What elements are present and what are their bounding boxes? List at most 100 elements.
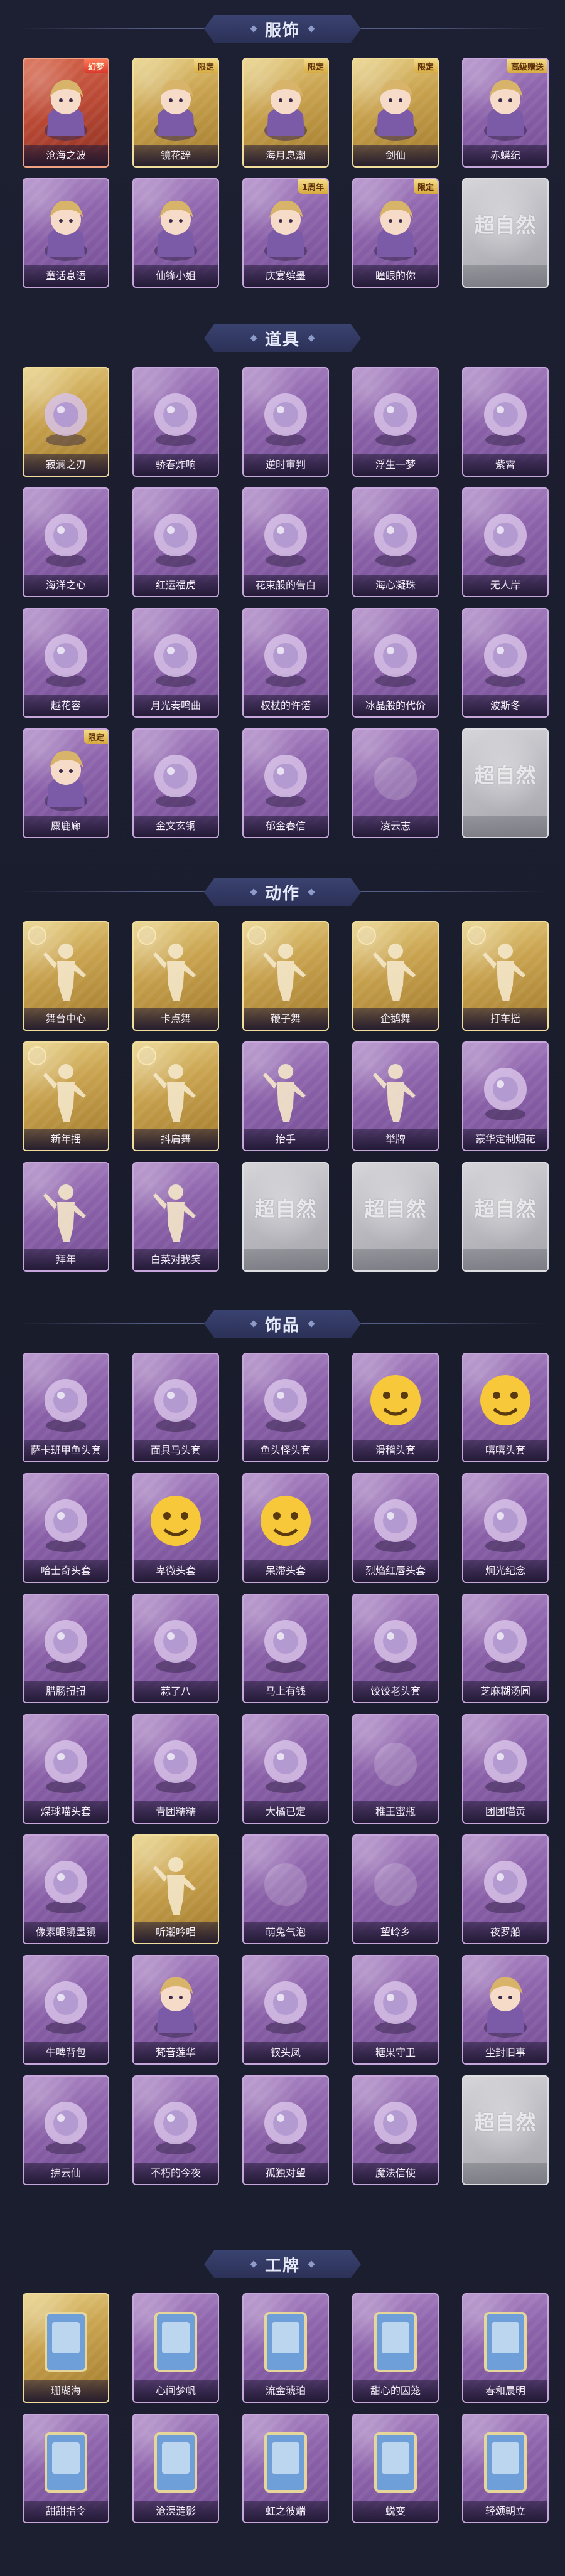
collection-item-card[interactable]: 芝麻糊汤圆 [462,1594,549,1703]
collection-item-card[interactable]: 白菜对我笑 [132,1162,219,1272]
character-icon [144,191,207,261]
collection-item-card[interactable]: 新年摇 [23,1041,109,1151]
collection-item-card[interactable]: 烈焰红唇头套 [352,1473,439,1583]
collection-item-card[interactable]: 轻颂朝立 [462,2414,549,2523]
collection-item-card[interactable]: 春和晨明 [462,2293,549,2403]
collection-item-card[interactable]: 限定 海月息潮 [242,58,329,168]
collection-item-card[interactable]: 滑稽头套 [352,1353,439,1462]
collection-item-card[interactable]: 骄春炸响 [132,367,219,477]
collection-item-card[interactable]: 仙锋小姐 [132,178,219,288]
collection-item-card[interactable]: 拜年 [23,1162,109,1272]
collection-item-card[interactable]: 紫霄 [462,367,549,477]
collection-item-card[interactable]: 海心凝珠 [352,487,439,597]
collection-item-card[interactable]: 拂云仙 [23,2075,109,2185]
collection-item-card[interactable]: 梵音莲华 [132,1955,219,2065]
collection-item-card[interactable]: 超自然 [242,1162,329,1272]
collection-item-card[interactable]: 饺饺老头套 [352,1594,439,1703]
collection-item-card[interactable]: 马上有钱 [242,1594,329,1703]
collection-item-card[interactable]: 童话息语 [23,178,109,288]
collection-item-card[interactable]: 团团喵黄 [462,1714,549,1824]
collection-item-card[interactable]: 像素眼镜墨镜 [23,1834,109,1944]
collection-item-card[interactable]: 限定 镜花辞 [132,58,219,168]
collection-item-card[interactable]: 望岭乡 [352,1834,439,1944]
section-header: 服饰 [0,14,565,44]
collection-item-card[interactable]: 月光奏鸣曲 [132,608,219,718]
collection-item-card[interactable]: 超自然 [462,178,549,288]
collection-item-card[interactable]: 超自然 [462,1162,549,1272]
collection-item-card[interactable]: 沧溟涟影 [132,2414,219,2523]
collection-item-card[interactable]: 打车摇 [462,921,549,1031]
collection-item-card[interactable]: 萌兔气泡 [242,1834,329,1944]
item-name: 像素眼镜墨镜 [24,1922,108,1943]
collection-item-card[interactable]: 幻梦 沧海之波 [23,58,109,168]
collection-item-card[interactable]: 郁金春信 [242,728,329,838]
collection-item-card[interactable]: 大橘已定 [242,1714,329,1824]
collection-item-card[interactable]: 逆时审判 [242,367,329,477]
collection-item-card[interactable]: 海洋之心 [23,487,109,597]
collection-item-card[interactable]: 豪华定制烟花 [462,1041,549,1151]
collection-item-card[interactable]: 听潮吟唱 [132,1834,219,1944]
collection-item-card[interactable]: 甜甜指令 [23,2414,109,2523]
collection-item-card[interactable]: 心间梦帆 [132,2293,219,2403]
collection-item-card[interactable]: 卡点舞 [132,921,219,1031]
collection-item-card[interactable]: 甜心的囚笼 [352,2293,439,2403]
item-name: 腊肠扭扭 [24,1681,108,1702]
collection-item-card[interactable]: 波斯冬 [462,608,549,718]
placeholder-watermark: 超自然 [474,2110,537,2134]
collection-item-card[interactable]: 煤球喵头套 [23,1714,109,1824]
collection-item-card[interactable]: 尘封旧事 [462,1955,549,2065]
collection-item-card[interactable]: 腊肠扭扭 [23,1594,109,1703]
collection-item-card[interactable]: 抖肩舞 [132,1041,219,1151]
diamond-icon [308,25,315,32]
collection-item-card[interactable]: 嘻嘻头套 [462,1353,549,1462]
collection-item-card[interactable]: 金文玄铜 [132,728,219,838]
collection-item-card[interactable]: 鞭子舞 [242,921,329,1031]
collection-item-card[interactable]: 蜕变 [352,2414,439,2523]
collection-item-card[interactable]: 钗头凤 [242,1955,329,2065]
collection-item-card[interactable]: 企鹅舞 [352,921,439,1031]
collection-item-card[interactable]: 流金琥珀 [242,2293,329,2403]
collection-item-card[interactable]: 寂澜之刃 [23,367,109,477]
collection-item-card[interactable]: 超自然 [462,2075,549,2185]
collection-item-card[interactable]: 糖果守卫 [352,1955,439,2065]
collection-item-card[interactable]: 超自然 [462,728,549,838]
collection-item-card[interactable]: 红运福虎 [132,487,219,597]
collection-item-card[interactable]: 呆滞头套 [242,1473,329,1583]
collection-item-card[interactable]: 魔法信使 [352,2075,439,2185]
collection-item-card[interactable]: 无人岸 [462,487,549,597]
section-title: 工牌 [264,2256,300,2275]
collection-item-card[interactable]: 炯光纪念 [462,1473,549,1583]
collection-item-card[interactable]: 凌云志 [352,728,439,838]
collection-item-card[interactable]: 冰晶般的代价 [352,608,439,718]
collection-item-card[interactable]: 举牌 [352,1041,439,1151]
item-badge: 限定 [413,59,438,73]
collection-item-card[interactable]: 超自然 [352,1162,439,1272]
collection-item-card[interactable]: 孤独对望 [242,2075,329,2185]
collection-item-card[interactable]: 权杖的许诺 [242,608,329,718]
collection-item-card[interactable]: 限定 麋鹿廊 [23,728,109,838]
collection-item-card[interactable]: 抬手 [242,1041,329,1151]
collection-item-card[interactable]: 限定 瞳眼的你 [352,178,439,288]
collection-item-card[interactable]: 限定 剑仙 [352,58,439,168]
collection-item-card[interactable]: 高级赠送 赤蝶纪 [462,58,549,168]
collection-item-card[interactable]: 面具马头套 [132,1353,219,1462]
collection-item-card[interactable]: 稚王蜜瓶 [352,1714,439,1824]
section-header: 工牌 [0,2249,565,2279]
collection-item-card[interactable]: 牛啤背包 [23,1955,109,2065]
collection-item-card[interactable]: 舞台中心 [23,921,109,1031]
collection-item-card[interactable]: 青团糯糯 [132,1714,219,1824]
collection-item-card[interactable]: 珊瑚海 [23,2293,109,2403]
collection-item-card[interactable]: 1周年 庆宴缤墨 [242,178,329,288]
collection-item-card[interactable]: 虹之彼端 [242,2414,329,2523]
collection-item-card[interactable]: 浮生一梦 [352,367,439,477]
collection-item-card[interactable]: 鱼头怪头套 [242,1353,329,1462]
collection-item-card[interactable]: 花束般的告白 [242,487,329,597]
collection-item-card[interactable]: 卑微头套 [132,1473,219,1583]
collection-item-card[interactable]: 哈士奇头套 [23,1473,109,1583]
collection-item-card[interactable]: 蒜了八 [132,1594,219,1703]
collection-item-card[interactable]: 越花容 [23,608,109,718]
collection-item-card[interactable]: 不朽的今夜 [132,2075,219,2185]
item-badge: 高级赠送 [507,59,547,73]
collection-item-card[interactable]: 夜罗船 [462,1834,549,1944]
collection-item-card[interactable]: 萨卡班甲鱼头套 [23,1353,109,1462]
